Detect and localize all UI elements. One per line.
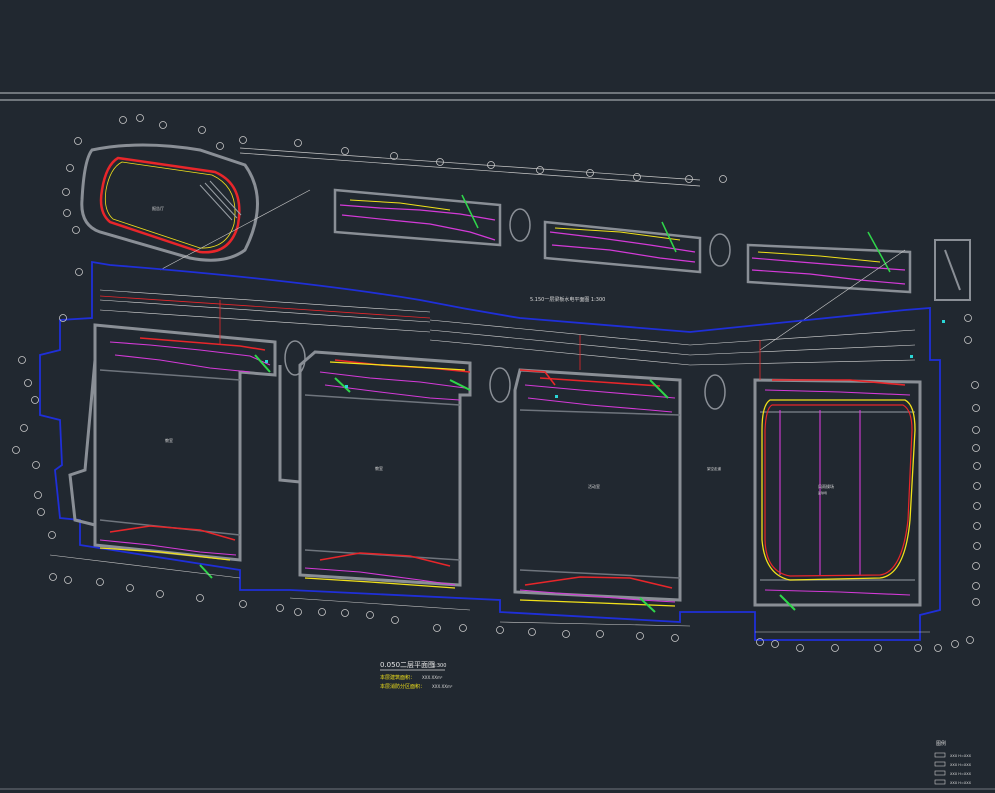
legend-title: 图例 <box>936 740 946 747</box>
cyan-marks <box>265 320 945 398</box>
lower-floor-scale: 1:300 <box>432 663 446 669</box>
lower-floor-title-block: 0.050二层平面图 1:300 本层建筑面积： XXX.XXm² 本层消防分区… <box>380 661 453 690</box>
upper-strip-plan <box>159 188 912 351</box>
note-line-1-value: XXX.XXm² <box>422 675 443 680</box>
bottom-dimension-chain <box>49 554 930 633</box>
right-grid-bubbles <box>964 314 981 606</box>
inner-walls <box>99 369 915 581</box>
corridor-label: 架空走道 <box>707 466 721 471</box>
gym-red-outline <box>764 404 913 577</box>
yellow-circuits <box>99 361 916 607</box>
legend-item-2: XXX H=XXX <box>950 763 972 767</box>
title-border-lines <box>0 92 995 101</box>
right-annex <box>934 239 971 301</box>
hall-label-2: 教室 <box>375 465 383 471</box>
cad-drawing-canvas: 报告厅 5.150一层梁板水电平面图 1:300 教室 教室 活动室 风雨操场 … <box>0 92 995 790</box>
note-line-1: 本层建筑面积： <box>380 674 415 681</box>
legend: 图例 XXX H=XXX XXX H=XXX XXX H=XXX XXX H=X… <box>934 740 972 785</box>
oval-hall: 报告厅 <box>80 143 259 262</box>
hall-label-3: 活动室 <box>588 483 600 489</box>
top-dimension-bubbles <box>294 139 727 183</box>
stair-ovals <box>284 340 726 410</box>
upper-floor-title: 5.150一层梁板水电平面图 1:300 <box>530 296 605 303</box>
note-line-2-value: XXX.XXm² <box>432 684 453 689</box>
note-line-2: 本层消防分区面积： <box>380 683 425 690</box>
legend-item-1: XXX H=XXX <box>950 754 972 758</box>
red-circuits <box>109 337 906 589</box>
lower-floor-title: 0.050二层平面图 <box>380 661 435 669</box>
gym-sub-label: 篮球场 <box>818 490 827 495</box>
oval-room-label: 报告厅 <box>152 205 164 211</box>
legend-item-3: XXX H=XXX <box>950 772 972 776</box>
gym-label: 风雨操场 <box>818 483 834 489</box>
legend-item-4: XXX H=XXX <box>950 781 972 785</box>
hall-label-1: 教室 <box>165 437 173 443</box>
top-dimension-chain <box>239 147 701 187</box>
